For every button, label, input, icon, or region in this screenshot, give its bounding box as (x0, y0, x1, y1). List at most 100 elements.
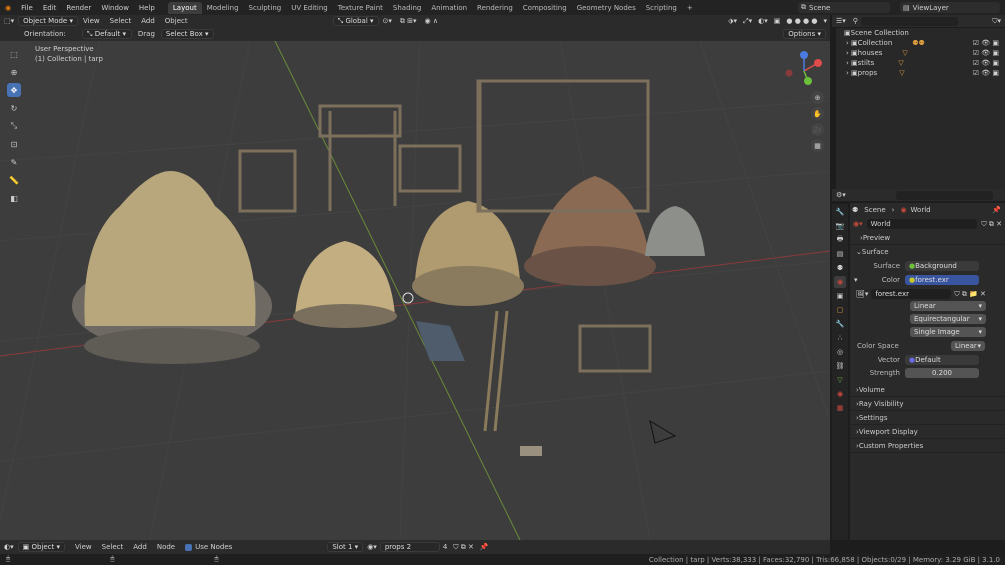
rotate-icon[interactable]: ↻ (7, 101, 21, 115)
outliner-item-collection[interactable]: › ▣ Collection ⚉⚉ ☑ 👁 ▣ (836, 38, 1005, 48)
bottom-menu-node[interactable]: Node (152, 543, 180, 551)
outliner-scene-collection[interactable]: ▣ Scene Collection (836, 28, 1005, 38)
section-custom-properties[interactable]: › Custom Properties (850, 439, 1005, 453)
outliner-item-stilts[interactable]: › ▣ stilts ▽ ☑ 👁 ▣ (836, 58, 1005, 68)
tab-animation[interactable]: Animation (426, 2, 472, 14)
blender-logo-icon[interactable]: ◉ (0, 4, 16, 12)
overlay-icon[interactable]: ◐▾ (755, 17, 771, 25)
transform-icon[interactable]: ⊡ (7, 137, 21, 151)
color-expand-icon[interactable]: ▾ (850, 276, 860, 284)
material-tab-icon[interactable]: ◉ (834, 388, 846, 400)
image-actions-icon[interactable]: ⛉ ⧉ 📁 ✕ (951, 290, 986, 299)
outliner-item-props[interactable]: › ▣ props ▽ ☑ 👁 ▣ (836, 68, 1005, 78)
properties-search-input[interactable] (895, 190, 993, 200)
properties-editor-icon[interactable]: ⚙▾ (832, 191, 850, 199)
bottom-menu-select[interactable]: Select (97, 543, 129, 551)
section-viewport-display[interactable]: › Viewport Display (850, 425, 1005, 439)
view-layer-selector[interactable]: ▤ ViewLayer (900, 2, 1000, 13)
particles-tab-icon[interactable]: ∴ (834, 332, 846, 344)
color-input-field[interactable]: ● forest.exr (905, 275, 979, 285)
xray-icon[interactable]: ▣ (771, 17, 784, 25)
scene-tab-icon[interactable]: ⚉ (834, 262, 846, 274)
section-preview[interactable]: › Preview (850, 231, 1005, 245)
header-menu-select[interactable]: Select (105, 17, 137, 25)
outliner-filter-icon[interactable]: ⚲ (850, 17, 861, 25)
pan-hand-icon[interactable]: ✋ (811, 107, 824, 120)
bottom-menu-view[interactable]: View (65, 543, 97, 551)
annotate-icon[interactable]: ✎ (7, 155, 21, 169)
world-fake-user-icon[interactable]: ⛉ ⧉ ✕ (977, 220, 1002, 229)
vector-input-field[interactable]: ● Default (905, 354, 979, 365)
object-tab-icon[interactable]: ▢ (834, 304, 846, 316)
header-menu-object[interactable]: Object (160, 17, 193, 25)
menu-file[interactable]: File (16, 4, 38, 12)
object-mode-dropdown[interactable]: Object Mode ▾ (18, 16, 78, 26)
menu-window[interactable]: Window (96, 4, 134, 12)
menu-edit[interactable]: Edit (38, 4, 62, 12)
source-dropdown[interactable]: Single Image ▾ (910, 327, 986, 337)
constraints-tab-icon[interactable]: ⛓ (834, 360, 846, 372)
data-tab-icon[interactable]: ▽ (834, 374, 846, 386)
tab-sculpting[interactable]: Sculpting (244, 2, 287, 14)
outliner-editor-icon[interactable]: ☰▾ (832, 17, 850, 25)
shading-modes-icon[interactable]: ● ● ● ● (783, 17, 820, 25)
collection-tab-icon[interactable]: ▣ (834, 290, 846, 302)
tab-geometry-nodes[interactable]: Geometry Nodes (572, 2, 641, 14)
material-browse-icon[interactable]: ◉▾ (367, 543, 377, 551)
tab-shading[interactable]: Shading (388, 2, 426, 14)
world-datablock-icon[interactable]: ◉▾ (853, 220, 863, 228)
gizmo-toggle-icon[interactable]: ⤢▾ (740, 17, 755, 26)
outliner-item-houses[interactable]: › ▣ houses ▽ ☑ 👁 ▣ (836, 48, 1005, 58)
ortho-grid-icon[interactable]: ▦ (811, 139, 824, 152)
tab-scripting[interactable]: Scripting (641, 2, 682, 14)
editor-type-icon[interactable]: ⬚▾ (0, 17, 18, 25)
shader-editor-type-icon[interactable]: ◐▾ (0, 543, 18, 551)
surface-shader-field[interactable]: ● Background (905, 261, 979, 271)
shader-object-dropdown[interactable]: ▣ Object ▾ (17, 542, 66, 552)
measure-icon[interactable]: 📏 (7, 173, 21, 187)
slot-dropdown[interactable]: Slot 1 ▾ (327, 542, 364, 552)
tool-tab-icon[interactable]: 🔧 (834, 206, 846, 218)
render-tab-icon[interactable]: 📷 (834, 220, 846, 232)
cursor-icon[interactable]: ⊕ (7, 65, 21, 79)
3d-viewport[interactable]: User Perspective (1) Collection | tarp ⬚… (0, 41, 830, 540)
scale-icon[interactable]: ⤡ (7, 119, 21, 133)
color-space-dropdown[interactable]: Linear ▾ (951, 341, 985, 351)
world-tab-icon[interactable]: ◉ (834, 276, 846, 288)
add-cube-icon[interactable]: ◧ (7, 191, 21, 205)
options-dropdown[interactable]: Options ▾ (783, 29, 826, 39)
section-settings[interactable]: › Settings (850, 411, 1005, 425)
move-icon[interactable]: ✥ (7, 83, 21, 97)
tab-uv-editing[interactable]: UV Editing (286, 2, 333, 14)
tab-rendering[interactable]: Rendering (472, 2, 518, 14)
use-nodes-checkbox[interactable]: Use Nodes (180, 543, 237, 551)
physics-tab-icon[interactable]: ◎ (834, 346, 846, 358)
strength-slider[interactable]: 0.200 (905, 367, 979, 378)
view-layer-tab-icon[interactable]: ▤ (834, 248, 846, 260)
proportional-edit-icon[interactable]: ◉ ∧ (421, 17, 442, 25)
material-actions-icon[interactable]: ⛉ ⧉ ✕ (450, 543, 477, 552)
camera-view-icon[interactable]: 🎥 (811, 123, 824, 136)
menu-help[interactable]: Help (134, 4, 160, 12)
modifier-tab-icon[interactable]: 🔧 (834, 318, 846, 330)
navigation-gizmo[interactable] (780, 47, 828, 93)
tab-texture-paint[interactable]: Texture Paint (333, 2, 388, 14)
header-menu-add[interactable]: Add (136, 17, 160, 25)
image-browse-icon[interactable]: 🖼▾ (856, 290, 868, 298)
header-menu-view[interactable]: View (78, 17, 105, 25)
image-name-field[interactable]: forest.exr (871, 289, 952, 299)
transform-orientation-dropdown[interactable]: ⤡ Global ▾ (332, 16, 379, 26)
section-volume[interactable]: › Volume (850, 383, 1005, 397)
orientation-dropdown[interactable]: ⤡ Default ▾ (81, 29, 132, 39)
projection-dropdown[interactable]: Equirectangular ▾ (910, 314, 986, 324)
menu-render[interactable]: Render (61, 4, 96, 12)
pin-icon[interactable]: 📌 (992, 206, 1005, 214)
tab-modeling[interactable]: Modeling (202, 2, 244, 14)
outliner-search-input[interactable] (860, 16, 959, 26)
material-pin-icon[interactable]: 📌 (477, 543, 492, 551)
scene-selector[interactable]: ⧉ Scene (798, 2, 890, 13)
snap-icon[interactable]: ⧉ ⊞▾ (396, 17, 421, 26)
material-name-field[interactable]: props 2 (379, 542, 440, 552)
add-workspace-button[interactable]: + (682, 2, 698, 14)
drag-dropdown[interactable]: Select Box ▾ (160, 29, 214, 39)
